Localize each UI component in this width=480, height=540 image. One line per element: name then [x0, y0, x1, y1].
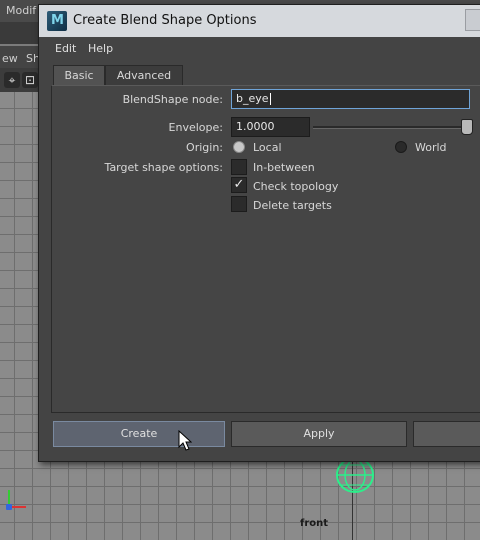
camera-name-label: front — [300, 518, 329, 529]
axis-z-indicator — [6, 504, 12, 510]
envelope-input[interactable]: 1.0000 — [231, 117, 310, 137]
checkmark-icon: ✓ — [233, 177, 245, 192]
blendshape-node-input[interactable]: b_eye — [231, 89, 470, 109]
origin-world-label: World — [415, 141, 447, 154]
create-button[interactable]: Create — [53, 421, 225, 447]
check-topology-checkbox[interactable]: ✓ — [231, 177, 247, 193]
apply-button[interactable]: Apply — [231, 421, 407, 447]
create-blend-shape-options-dialog: Create Blend Shape Options Edit Help Bas… — [38, 4, 480, 462]
delete-targets-label: Delete targets — [253, 199, 332, 212]
tab-basic[interactable]: Basic — [53, 65, 105, 86]
view-menu-partial[interactable]: ew — [2, 52, 18, 65]
dialog-title: Create Blend Shape Options — [73, 13, 257, 28]
menu-help[interactable]: Help — [88, 42, 113, 55]
maya-app-icon — [47, 11, 67, 31]
camera-attributes-icon[interactable]: ⊡ — [22, 72, 38, 88]
origin-local-label: Local — [253, 141, 282, 154]
origin-world-radio[interactable] — [395, 141, 407, 153]
dialog-titlebar[interactable]: Create Blend Shape Options — [39, 5, 480, 37]
origin-label: Origin: — [186, 141, 223, 154]
close-button[interactable] — [413, 421, 480, 447]
check-topology-label: Check topology — [253, 180, 339, 193]
mouse-pointer-icon — [178, 430, 192, 451]
camera-icon[interactable]: ⌖ — [4, 72, 20, 88]
blendshape-node-value: b_eye — [236, 92, 269, 105]
envelope-slider-handle[interactable] — [461, 119, 473, 135]
blendshape-node-label: BlendShape node: — [122, 93, 223, 106]
menu-edit[interactable]: Edit — [55, 42, 76, 55]
in-between-checkbox[interactable] — [231, 159, 247, 175]
tab-advanced[interactable]: Advanced — [105, 65, 183, 86]
in-between-label: In-between — [253, 161, 315, 174]
modify-menu-partial[interactable]: Modif — [6, 4, 36, 17]
delete-targets-checkbox[interactable] — [231, 196, 247, 212]
window-minimize-button[interactable] — [465, 9, 480, 31]
envelope-slider-track[interactable] — [313, 126, 473, 129]
text-caret — [269, 93, 271, 105]
envelope-label: Envelope: — [168, 121, 223, 134]
dialog-menubar: Edit Help — [45, 39, 480, 59]
origin-local-radio[interactable] — [233, 141, 245, 153]
target-shape-options-label: Target shape options: — [104, 161, 223, 174]
